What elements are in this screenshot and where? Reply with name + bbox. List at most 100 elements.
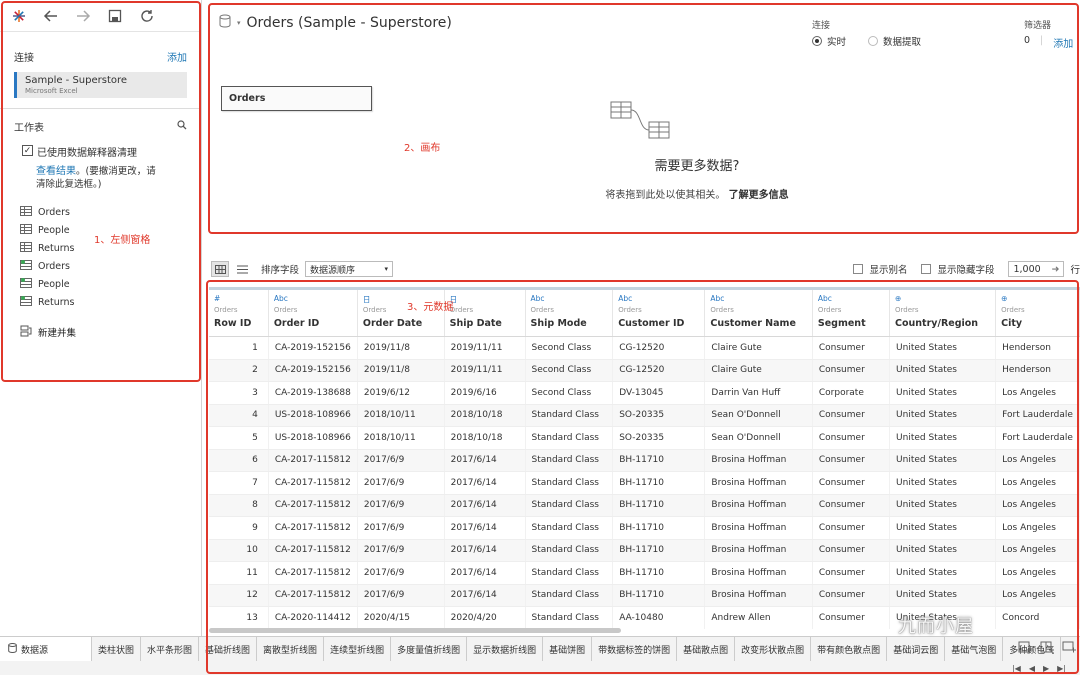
column-type-icon[interactable]: Abc (818, 294, 884, 305)
sheet-tab[interactable]: 水平条形图 (141, 637, 200, 661)
column-type-icon[interactable]: # (214, 294, 263, 305)
table-cell: Standard Class (525, 494, 614, 517)
column-type-icon[interactable]: ⊕ (1001, 294, 1074, 305)
show-alias-checkbox[interactable] (853, 264, 864, 274)
column-header[interactable]: Abc Orders Segment (812, 287, 891, 337)
filters-count: 0 (1024, 35, 1031, 46)
table-cell: Consumer (812, 539, 891, 562)
column-type-icon[interactable]: Abc (274, 294, 352, 305)
column-header[interactable]: # Orders Row ID (209, 287, 269, 337)
radio-unselected-icon (868, 36, 879, 46)
table-cell: CA-2019-152156 (268, 359, 358, 382)
add-connection-link[interactable]: 添加 (167, 49, 187, 64)
prev-page-icon[interactable]: ◀ (1029, 664, 1035, 673)
sheet-tab[interactable]: 基础散点图 (677, 637, 736, 661)
orders-table-box[interactable]: Orders (221, 86, 372, 111)
chevron-down-icon[interactable]: ▾ (237, 19, 241, 27)
column-header[interactable]: Abc Orders Ship Mode (525, 287, 614, 337)
sheet-tab[interactable]: 多度量值折线图 (391, 637, 468, 661)
annotation-canvas: 2、画布 (404, 143, 441, 154)
sheet-tab[interactable]: 改变形状散点图 (735, 637, 812, 661)
sheet-tab[interactable]: 类柱状图 (92, 637, 142, 661)
connection-item[interactable]: Sample - Superstore Microsoft Excel (14, 72, 187, 98)
column-header[interactable]: Abc Orders Customer Name (704, 287, 813, 337)
sheet-tab[interactable]: 连续型折线图 (324, 637, 392, 661)
column-type-icon[interactable]: Abc (531, 294, 608, 305)
interpreter-note: 查看结果。(要撤消更改，请清除此复选框。) (0, 165, 201, 191)
tableau-logo-icon[interactable] (10, 7, 28, 25)
table-cell: CA-2017-115812 (268, 494, 358, 517)
table-cell: United States (889, 516, 997, 540)
column-type-icon[interactable]: Abc (710, 294, 806, 305)
learn-more-link[interactable]: 了解更多信息 (729, 190, 789, 201)
sheet-item[interactable]: Returns (0, 293, 201, 311)
view-results-link[interactable]: 查看结果 (36, 166, 76, 177)
column-header[interactable]: 日 Orders Ship Date (444, 287, 526, 337)
sheet-tab[interactable]: 带有颜色散点图 (811, 637, 888, 661)
sheet-tab[interactable]: 基础饼图 (543, 637, 593, 661)
table-cell: Brosina Hoffman (704, 516, 813, 540)
sheet-item[interactable]: Orders (0, 257, 201, 275)
column-header[interactable]: Abc Orders Order ID (268, 287, 358, 337)
first-page-icon[interactable]: |◀ (1012, 664, 1021, 673)
sheet-item[interactable]: People (0, 275, 201, 293)
sort-select[interactable]: 数据源顺序 ▾ (305, 261, 394, 277)
sheet-tab[interactable]: 离散型折线图 (257, 637, 325, 661)
table-cell: AA-10480 (612, 606, 706, 629)
new-dashboard-icon[interactable] (1040, 641, 1054, 658)
next-page-icon[interactable]: ▶ (1043, 664, 1049, 673)
list-view-icon[interactable] (233, 261, 251, 277)
column-header[interactable]: Abc Orders Customer ID (612, 287, 706, 337)
table-cell: 2017/6/9 (357, 539, 445, 562)
table-cell: Fort Lauderdale (995, 426, 1080, 450)
column-type-icon[interactable]: ⊕ (895, 294, 990, 305)
table-cell: Los Angeles (995, 471, 1080, 495)
horizontal-scrollbar[interactable] (209, 628, 621, 633)
refresh-icon[interactable] (138, 7, 156, 25)
table-cell: 2017/6/14 (444, 449, 526, 472)
add-filter-link[interactable]: 添加 (1053, 35, 1073, 50)
sheet-tab[interactable]: 带数据标签的饼图 (592, 637, 678, 661)
rows-value: 1,000 (1013, 263, 1041, 275)
sheet-tab[interactable]: 基础气泡图 (945, 637, 1004, 661)
extract-radio[interactable]: 数据提取 (868, 34, 921, 48)
table-cell: BH-11710 (612, 449, 706, 472)
sheet-tab[interactable]: 基础折线图 (199, 637, 258, 661)
table-cell: Standard Class (525, 606, 614, 629)
show-hidden-checkbox[interactable] (921, 264, 932, 274)
column-name: Segment (817, 318, 866, 329)
data-source-name[interactable]: Orders (Sample - Superstore) (247, 15, 452, 31)
sheet-tab[interactable]: 基础词云图 (887, 637, 946, 661)
table-cell: United States (889, 336, 997, 360)
save-icon[interactable] (106, 7, 124, 25)
column-header[interactable]: ⊕ Orders Country/Region (889, 287, 997, 337)
table-cell: Consumer (812, 359, 891, 382)
tab-data-source[interactable]: 数据源 (0, 637, 92, 661)
forward-arrow-icon[interactable] (74, 7, 92, 25)
database-icon[interactable] (219, 14, 231, 31)
interpreter-checkbox[interactable]: ✓ (22, 145, 33, 156)
last-page-icon[interactable]: ▶| (1057, 664, 1066, 673)
new-worksheet-icon[interactable] (1018, 641, 1032, 658)
column-header[interactable]: ⊕ Orders City (995, 287, 1080, 337)
rows-input[interactable]: 1,000 ➜ (1008, 261, 1065, 277)
table-cell: Darrin Van Huff (704, 381, 813, 405)
table-row: 1 CA-2019-152156 2019/11/8 2019/11/11 Second… (209, 336, 1080, 360)
table-cell: 2017/6/14 (444, 494, 526, 517)
live-radio[interactable]: 实时 (812, 34, 846, 48)
column-name: Order Date (362, 318, 423, 329)
new-story-icon[interactable] (1062, 641, 1076, 658)
search-icon[interactable] (177, 120, 187, 133)
table-cell: Consumer (812, 426, 891, 450)
column-type-icon[interactable]: 日 (450, 294, 520, 305)
column-type-icon[interactable]: Abc (618, 294, 699, 305)
table-cell: CA-2019-138688 (268, 381, 358, 405)
table-cell: CA-2017-115812 (268, 584, 358, 607)
sheet-tab[interactable]: 显示数据折线图 (467, 637, 544, 661)
sheet-item[interactable]: Orders (0, 203, 201, 221)
grid-view-icon[interactable] (211, 261, 229, 277)
back-arrow-icon[interactable] (42, 7, 60, 25)
table-icon (20, 205, 32, 219)
column-name: Customer ID (618, 318, 685, 329)
new-union-item[interactable]: 新建并集 (0, 323, 201, 341)
